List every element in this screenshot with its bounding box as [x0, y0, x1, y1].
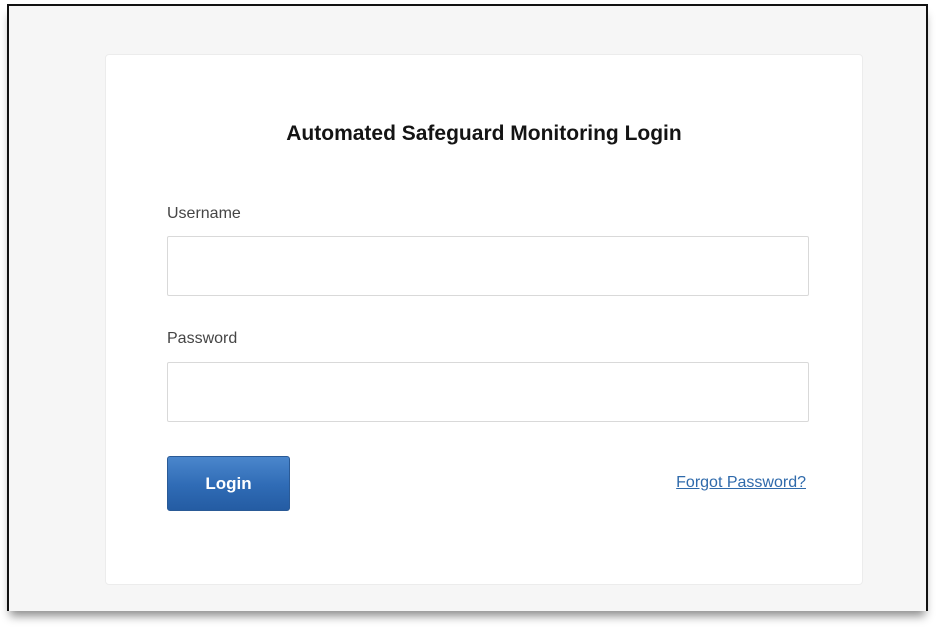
- window-frame: Automated Safeguard Monitoring Login Use…: [7, 4, 928, 611]
- login-button[interactable]: Login: [167, 456, 290, 511]
- username-input[interactable]: [167, 236, 809, 296]
- login-panel: Automated Safeguard Monitoring Login Use…: [105, 54, 863, 585]
- username-label: Username: [167, 205, 241, 222]
- forgot-password-link[interactable]: Forgot Password?: [676, 474, 806, 492]
- page-title: Automated Safeguard Monitoring Login: [286, 122, 682, 145]
- password-input[interactable]: [167, 362, 809, 422]
- password-label: Password: [167, 330, 238, 347]
